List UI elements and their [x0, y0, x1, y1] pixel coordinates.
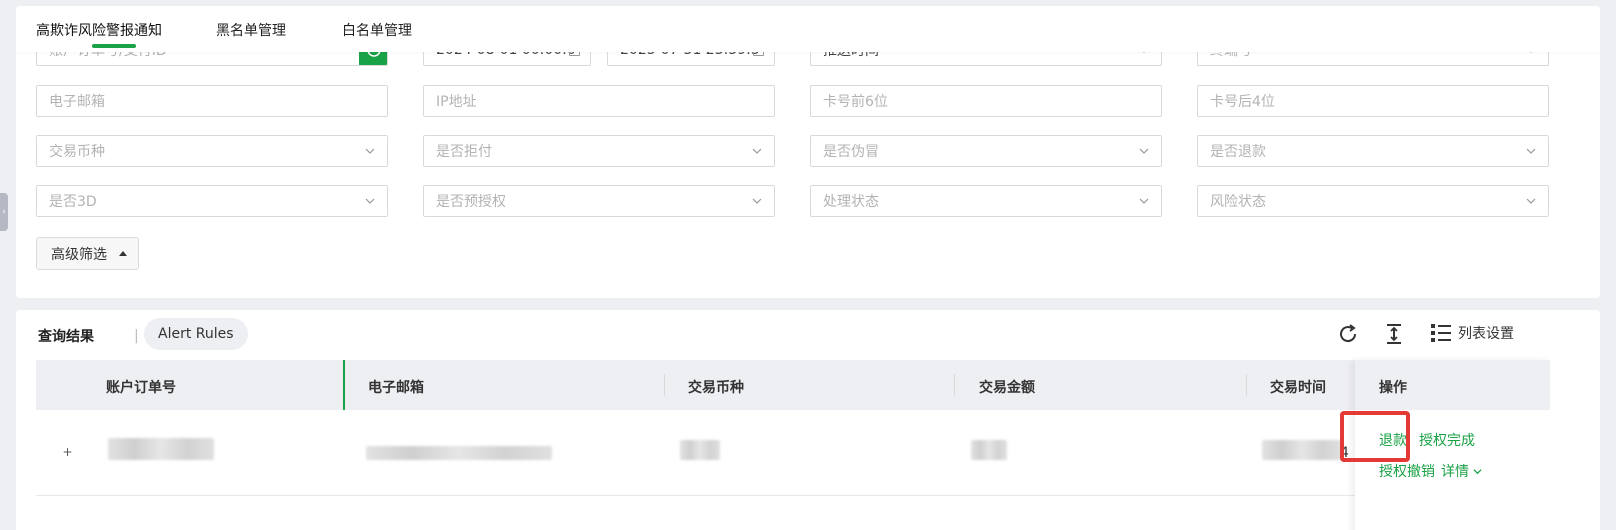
expand-row-icon[interactable]: +: [62, 446, 73, 458]
ip-field[interactable]: IP地址: [423, 85, 775, 117]
advanced-filter-button[interactable]: 高级筛选: [36, 237, 139, 270]
process-status-select[interactable]: 处理状态: [810, 185, 1162, 217]
refresh-icon[interactable]: [1336, 322, 1360, 346]
chevron-down-icon: [1473, 469, 1482, 475]
filter-panel: 账户订单号/支付ID 2024-08-01 00:00:0 - 2025-07-…: [16, 6, 1600, 298]
column-resizer[interactable]: [343, 360, 345, 410]
time-redacted: [1262, 440, 1342, 460]
active-tab-indicator: [92, 44, 136, 48]
caret-up-icon: [119, 251, 127, 256]
auth-complete-link[interactable]: 授权完成: [1419, 430, 1475, 450]
results-panel: 查询结果 | Alert Rules 列表设置 账户订单号 电子邮箱 交易币种 …: [16, 310, 1600, 530]
3d-select[interactable]: 是否3D: [36, 185, 388, 217]
card-first6-field[interactable]: 卡号前6位: [810, 85, 1162, 117]
refund-select[interactable]: 是否退款: [1197, 135, 1549, 167]
chevron-down-icon: [1139, 196, 1149, 206]
col-email: 电子邮箱: [368, 380, 424, 396]
tab-bar: 高欺诈风险警报通知 黑名单管理 白名单管理: [16, 6, 1600, 52]
col-currency: 交易币种: [688, 380, 744, 396]
sidebar-collapse-handle[interactable]: ‹: [0, 193, 8, 231]
refund-link[interactable]: 退款: [1379, 430, 1407, 450]
chargeback-select[interactable]: 是否拒付: [423, 135, 775, 167]
col-amount: 交易金额: [979, 380, 1035, 396]
order-no-redacted: [108, 438, 214, 460]
ops-header: 操作: [1355, 360, 1550, 410]
title-divider: |: [134, 328, 139, 344]
tab-blacklist[interactable]: 黑名单管理: [216, 20, 286, 40]
auth-cancel-link[interactable]: 授权撤销: [1379, 461, 1435, 481]
column-divider: [664, 374, 665, 396]
column-divider: [954, 374, 955, 396]
col-order-no: 账户订单号: [106, 380, 176, 396]
email-redacted: [366, 446, 552, 460]
pre-auth-select[interactable]: 是否预授权: [423, 185, 775, 217]
results-title: 查询结果: [38, 329, 94, 345]
alert-rules-button[interactable]: Alert Rules: [144, 318, 248, 350]
email-field[interactable]: 电子邮箱: [36, 85, 388, 117]
list-settings-button[interactable]: 列表设置: [1430, 322, 1514, 344]
amount-redacted: [971, 440, 1007, 460]
chevron-down-icon: [752, 146, 762, 156]
card-last4-field[interactable]: 卡号后4位: [1197, 85, 1549, 117]
chevron-down-icon: [365, 146, 375, 156]
col-time: 交易时间: [1270, 380, 1326, 396]
currency-redacted: [680, 440, 720, 460]
list-icon: [1431, 324, 1451, 342]
chevron-down-icon: [1526, 196, 1536, 206]
chevron-down-icon: [752, 196, 762, 206]
chevron-left-icon: ‹: [2, 207, 6, 217]
currency-select[interactable]: 交易币种: [36, 135, 388, 167]
row-height-icon[interactable]: [1382, 322, 1406, 346]
tab-whitelist[interactable]: 白名单管理: [342, 20, 412, 40]
operations-column: 操作 退款 授权完成 授权撤销 详情: [1355, 360, 1550, 530]
chevron-down-icon: [1139, 146, 1149, 156]
details-link[interactable]: 详情: [1441, 461, 1482, 481]
table-header: 账户订单号 电子邮箱 交易币种 交易金额 交易时间: [36, 360, 1550, 410]
fraud-select[interactable]: 是否伪冒: [810, 135, 1162, 167]
column-divider: [1246, 374, 1247, 396]
chevron-down-icon: [365, 196, 375, 206]
chevron-down-icon: [1526, 146, 1536, 156]
tab-fraud-alerts[interactable]: 高欺诈风险警报通知: [36, 20, 162, 40]
risk-status-select[interactable]: 风险状态: [1197, 185, 1549, 217]
table-row: + 4 1: [36, 410, 1550, 496]
